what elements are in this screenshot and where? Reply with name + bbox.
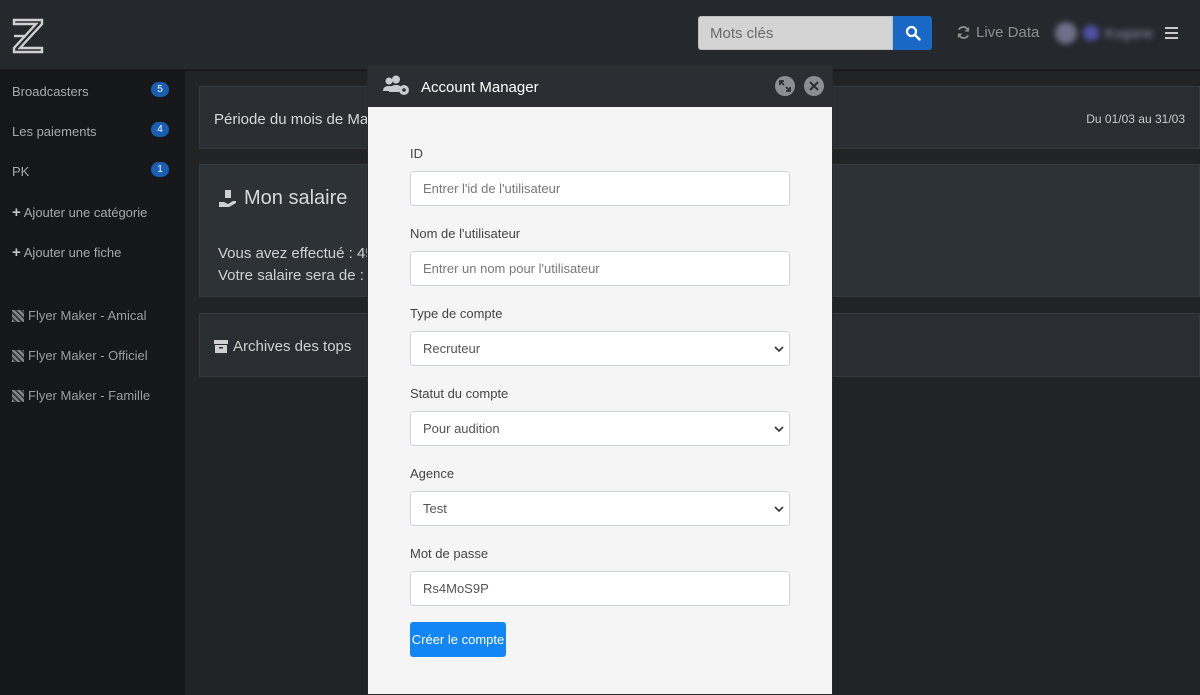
live-data-link[interactable]: Live Data [956, 24, 1039, 41]
users-cog-icon [383, 75, 409, 95]
archives-title[interactable]: Archives des tops [214, 338, 351, 355]
create-account-button[interactable]: Créer le compte [410, 622, 506, 657]
user-status-icon [1083, 25, 1099, 41]
expand-icon [779, 80, 791, 92]
plus-icon: + [12, 244, 21, 261]
top-header: Mots clés Live Data Kogane [0, 0, 1200, 70]
id-input[interactable]: Entrer l'id de l'utilisateur [410, 171, 790, 206]
account-status-label: Statut du compte [410, 386, 509, 401]
account-type-value: Recruteur [423, 341, 481, 356]
search-button[interactable] [893, 16, 932, 50]
password-input[interactable]: Rs4MoS9P [410, 571, 790, 606]
search-icon [905, 25, 921, 41]
agency-value: Test [423, 501, 447, 516]
account-type-select[interactable]: Recruteur [410, 331, 790, 366]
expand-button[interactable] [775, 76, 795, 96]
salary-line-2: Votre salaire sera de : 2 [218, 267, 377, 284]
sidebar-item-pk[interactable]: PK [12, 164, 29, 179]
sidebar-item-broadcasters[interactable]: Broadcasters [12, 84, 89, 99]
sidebar-item-paiements[interactable]: Les paiements [12, 124, 97, 139]
flyer-amical-label: Flyer Maker - Amical [28, 308, 147, 323]
user-name: Kogane [1105, 25, 1154, 41]
sidebar: Broadcasters 5 Les paiements 4 PK 1 + Aj… [0, 71, 185, 695]
money-hand-icon [219, 189, 236, 207]
pattern-icon [12, 389, 24, 402]
period-title: Période du mois de Mar [214, 111, 374, 128]
id-label: ID [410, 146, 423, 161]
username-label: Nom de l'utilisateur [410, 226, 521, 241]
chevron-down-icon [774, 426, 784, 433]
close-icon [809, 81, 819, 91]
plus-icon: + [12, 204, 21, 221]
logo-icon[interactable] [12, 18, 44, 54]
modal-header: Account Manager [368, 66, 832, 107]
chevron-down-icon [774, 506, 784, 513]
salary-line-1: Vous avez effectué : 45 [218, 245, 374, 262]
account-status-value: Pour audition [423, 421, 500, 436]
refresh-icon [957, 26, 970, 39]
pattern-icon [12, 349, 24, 362]
sidebar-item-flyer-amical[interactable]: Flyer Maker - Amical [12, 308, 146, 323]
account-manager-modal: Account Manager ID Entrer l'id de l'util… [367, 65, 833, 695]
live-data-label: Live Data [976, 24, 1040, 41]
username-input[interactable]: Entrer un nom pour l'utilisateur [410, 251, 790, 286]
salary-title-label: Mon salaire [244, 187, 348, 209]
chevron-down-icon [774, 346, 784, 353]
archive-box-icon [214, 340, 228, 353]
modal-title: Account Manager [421, 79, 539, 96]
flyer-officiel-label: Flyer Maker - Officiel [28, 348, 148, 363]
hamburger-menu-icon[interactable] [1165, 27, 1178, 39]
sidebar-item-flyer-famille[interactable]: Flyer Maker - Famille [12, 388, 150, 403]
add-category-label: Ajouter une catégorie [23, 205, 148, 220]
add-sheet-button[interactable]: + Ajouter une fiche [12, 244, 121, 261]
archives-label: Archives des tops [233, 338, 352, 355]
account-type-label: Type de compte [410, 306, 503, 321]
sidebar-badge-broadcasters: 5 [151, 82, 169, 97]
password-label: Mot de passe [410, 546, 489, 561]
add-category-button[interactable]: + Ajouter une catégorie [12, 204, 147, 221]
sidebar-item-flyer-officiel[interactable]: Flyer Maker - Officiel [12, 348, 148, 363]
salary-title: Mon salaire [218, 187, 347, 210]
add-sheet-label: Ajouter une fiche [23, 245, 122, 260]
date-range: Du 01/03 au 31/03 [1086, 112, 1185, 126]
sidebar-badge-paiements: 4 [151, 122, 169, 137]
sidebar-badge-pk: 1 [151, 162, 169, 177]
user-menu[interactable]: Kogane [1055, 22, 1153, 44]
account-status-select[interactable]: Pour audition [410, 411, 790, 446]
search-input[interactable]: Mots clés [698, 16, 893, 50]
avatar [1055, 22, 1077, 44]
flyer-famille-label: Flyer Maker - Famille [28, 388, 151, 403]
agency-select[interactable]: Test [410, 491, 790, 526]
pattern-icon [12, 309, 24, 322]
agency-label: Agence [410, 466, 455, 481]
close-button[interactable] [804, 76, 824, 96]
